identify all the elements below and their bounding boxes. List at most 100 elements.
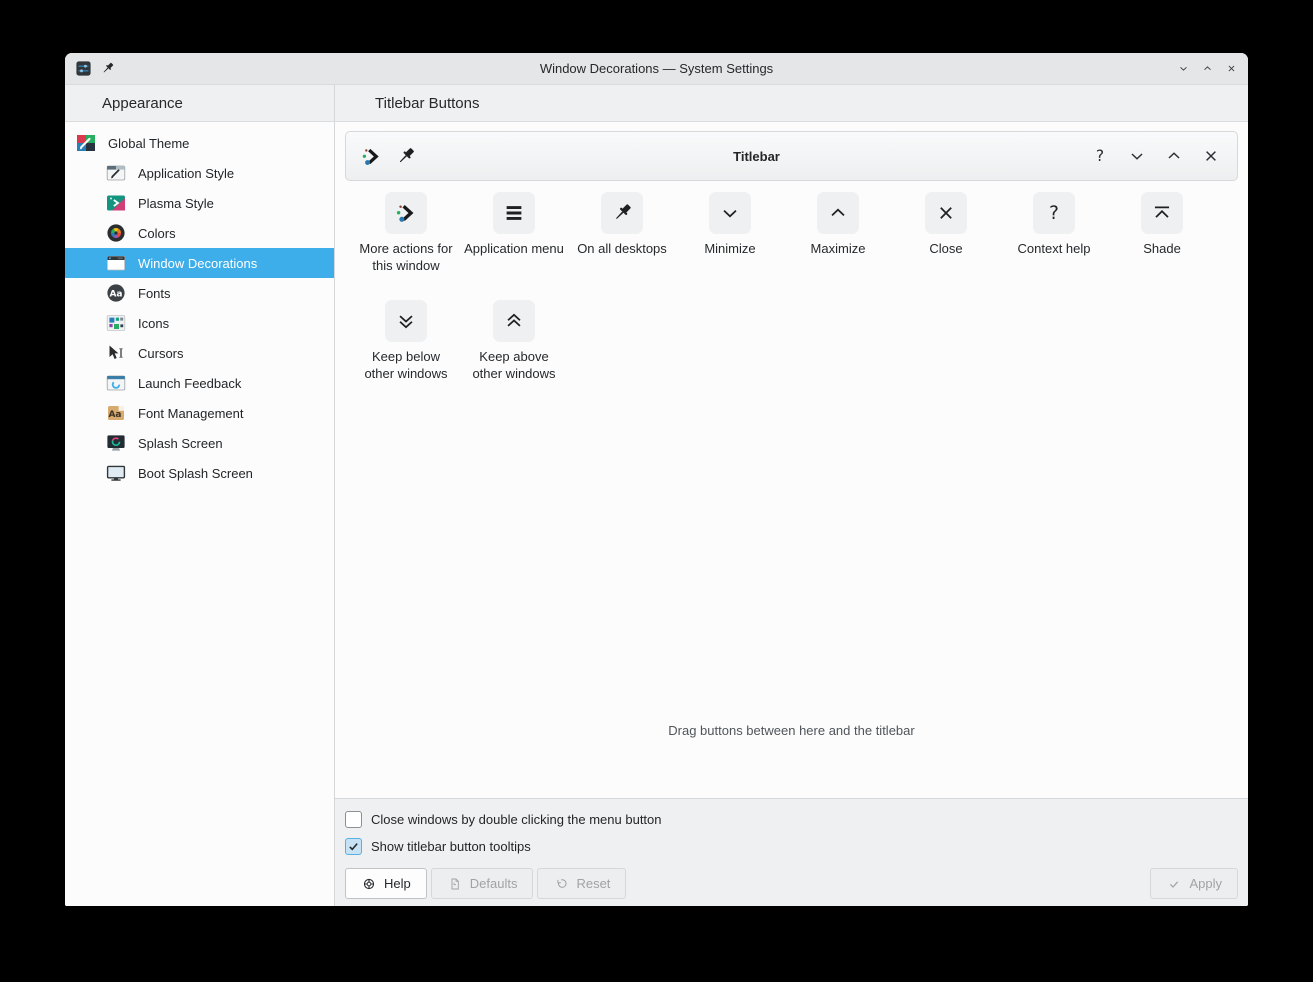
palette-icon-box	[1141, 192, 1183, 234]
chevron-up-icon	[825, 200, 851, 226]
sidebar-item-splash-screen[interactable]: Splash Screen	[65, 428, 334, 458]
titlebar-preview-dropzone[interactable]: Titlebar ?	[345, 131, 1238, 181]
palette-button-minimize[interactable]: Minimize	[676, 192, 784, 300]
sidebar-item-plasma-style[interactable]: Plasma Style	[65, 188, 334, 218]
sidebar-header: Appearance	[65, 85, 335, 121]
pin-icon	[609, 200, 635, 226]
window-controls	[1177, 62, 1238, 75]
palette-icon-box	[385, 300, 427, 342]
svg-text:Aa: Aa	[108, 410, 121, 420]
icons-grid-icon	[106, 313, 126, 333]
sidebar-item-label: Launch Feedback	[138, 376, 241, 391]
button-label: Reset	[576, 876, 610, 891]
palette-button-close[interactable]: Close	[892, 192, 1000, 300]
checkbox-close-windows-by-double-clicking-the-menu-button[interactable]: Close windows by double clicking the men…	[345, 806, 1238, 833]
svg-text:Aa: Aa	[109, 289, 122, 299]
window-titlebar[interactable]: Window Decorations — System Settings	[65, 53, 1248, 85]
palette-button-more-actions-for-this-window[interactable]: More actions for this window	[352, 192, 460, 300]
sidebar-item-label: Boot Splash Screen	[138, 466, 253, 481]
back-icon[interactable]	[76, 95, 93, 112]
checkbox-unchecked-icon[interactable]	[345, 811, 362, 828]
palette-button-maximize[interactable]: Maximize	[784, 192, 892, 300]
palette-icon-box: ?	[1033, 192, 1075, 234]
preview-context-help-button[interactable]: ?	[1089, 145, 1111, 167]
button-label: Help	[384, 876, 411, 891]
palette-button-keep-below-other-windows[interactable]: Keep below other windows	[352, 300, 460, 408]
page-title: Titlebar Buttons	[375, 95, 480, 112]
sidebar-item-label: Global Theme	[108, 136, 189, 151]
palette-button-label: Maximize	[811, 240, 866, 257]
checkbox-label: Show titlebar button tooltips	[371, 839, 531, 854]
palette-button-on-all-desktops[interactable]: On all desktops	[568, 192, 676, 300]
button-palette: More actions for this windowApplication …	[352, 192, 1220, 408]
palette-button-label: Context help	[1018, 240, 1091, 257]
checkbox-checked-icon[interactable]	[345, 838, 362, 855]
double-chevron-down-icon	[393, 308, 419, 334]
system-settings-app-icon	[75, 60, 92, 77]
palette-icon-box	[493, 300, 535, 342]
sidebar-item-global-theme[interactable]: Global Theme	[65, 128, 334, 158]
checkbox-show-titlebar-button-tooltips[interactable]: Show titlebar button tooltips	[345, 833, 1238, 860]
close-x-icon	[933, 200, 959, 226]
maximize-button[interactable]	[1201, 62, 1214, 75]
sidebar-item-boot-splash-screen[interactable]: Boot Splash Screen	[65, 458, 334, 488]
footer: Close windows by double clicking the men…	[335, 798, 1248, 906]
sidebar-item-colors[interactable]: Colors	[65, 218, 334, 248]
sidebar-item-icons[interactable]: Icons	[65, 308, 334, 338]
minimize-button[interactable]	[1177, 62, 1190, 75]
more-actions-icon	[393, 200, 419, 226]
colors-icon	[106, 223, 126, 243]
font-management-icon: Aa	[106, 403, 126, 423]
palette-button-label: On all desktops	[577, 240, 667, 257]
button-label: Apply	[1189, 876, 1222, 891]
svg-text:I: I	[119, 347, 124, 361]
preview-minimize-button[interactable]	[1126, 145, 1148, 167]
undo-icon	[553, 876, 569, 892]
reset-button[interactable]: Reset	[537, 868, 626, 899]
defaults-button[interactable]: Defaults	[431, 868, 534, 899]
sidebar-item-application-style[interactable]: Application Style	[65, 158, 334, 188]
splash-screen-icon	[106, 433, 126, 453]
palette-button-label: Keep below other windows	[356, 348, 456, 382]
window-title: Window Decorations — System Settings	[65, 61, 1248, 76]
palette-button-label: Shade	[1143, 240, 1181, 257]
help-button[interactable]: Help	[345, 868, 427, 899]
preview-left-buttons	[359, 144, 418, 169]
system-settings-window: Window Decorations — System Settings App…	[65, 53, 1248, 906]
sidebar-item-launch-feedback[interactable]: Launch Feedback	[65, 368, 334, 398]
main-header: Titlebar Buttons	[335, 85, 1248, 121]
preview-on-all-desktops-button[interactable]	[393, 144, 418, 169]
back-button-icon[interactable]	[349, 95, 366, 112]
sidebar-item-window-decorations[interactable]: Window Decorations	[65, 248, 334, 278]
sidebar-item-cursors[interactable]: ICursors	[65, 338, 334, 368]
global-theme-icon	[76, 133, 96, 153]
sidebar-item-label: Colors	[138, 226, 176, 241]
sidebar-item-label: Font Management	[138, 406, 244, 421]
palette-icon-box	[925, 192, 967, 234]
sidebar-item-label: Fonts	[138, 286, 171, 301]
button-label: Defaults	[470, 876, 518, 891]
palette-button-application-menu[interactable]: Application menu	[460, 192, 568, 300]
palette-button-keep-above-other-windows[interactable]: Keep above other windows	[460, 300, 568, 408]
footer-button-row: Help Defaults Reset Apply	[345, 868, 1238, 899]
close-button[interactable]	[1225, 62, 1238, 75]
sidebar-item-font-management[interactable]: Aa Font Management	[65, 398, 334, 428]
pinned-icon	[99, 60, 116, 77]
preview-more-actions-button[interactable]	[359, 144, 384, 169]
palette-button-shade[interactable]: Shade	[1108, 192, 1216, 300]
preview-close-button[interactable]	[1200, 145, 1222, 167]
header-row: Appearance Titlebar Buttons	[65, 85, 1248, 122]
drop-hint-text: Drag buttons between here and the titleb…	[335, 723, 1248, 738]
palette-icon-box	[385, 192, 427, 234]
palette-button-label: Minimize	[704, 240, 755, 257]
palette-button-context-help[interactable]: ? Context help	[1000, 192, 1108, 300]
apply-button[interactable]: Apply	[1150, 868, 1238, 899]
preview-title: Titlebar	[733, 149, 780, 164]
hamburger-menu-icon[interactable]	[303, 94, 321, 112]
preview-maximize-button[interactable]	[1163, 145, 1185, 167]
palette-button-label: Close	[929, 240, 962, 257]
cursors-icon: I	[106, 343, 126, 363]
sidebar-item-label: Icons	[138, 316, 169, 331]
sidebar-item-fonts[interactable]: Aa Fonts	[65, 278, 334, 308]
palette-button-label: More actions for this window	[356, 240, 456, 274]
